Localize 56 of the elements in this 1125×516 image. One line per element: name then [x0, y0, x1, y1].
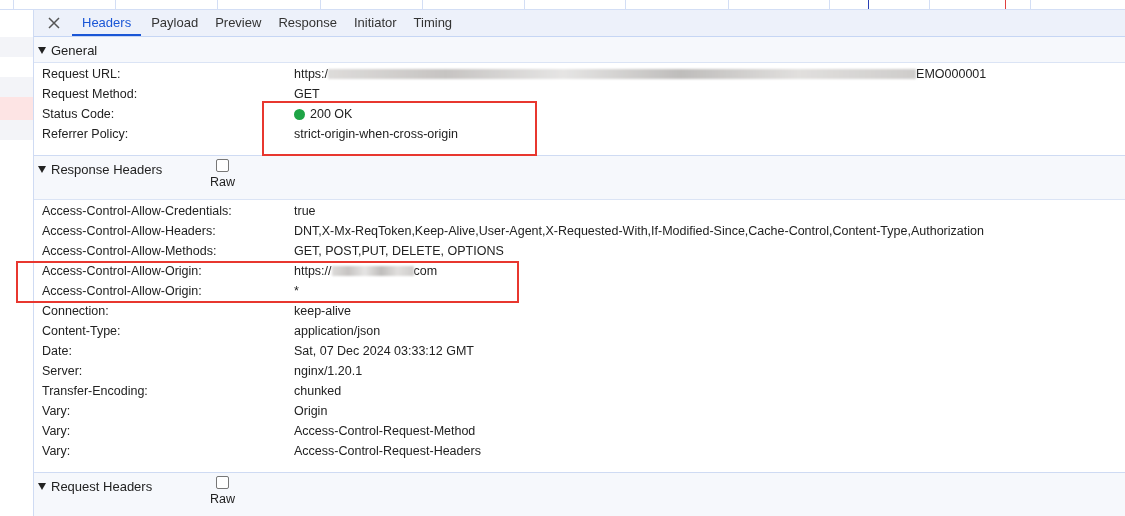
- header-value: Origin: [294, 404, 328, 418]
- tab[interactable]: Response: [271, 10, 344, 36]
- tab[interactable]: Timing: [406, 10, 460, 36]
- header-name: Access-Control-Allow-Methods:: [42, 244, 218, 258]
- header-value: com: [413, 264, 438, 278]
- section-toggle[interactable]: Response Headers: [34, 156, 167, 177]
- header-value: nginx/1.20.1: [294, 364, 363, 378]
- header-name: Access-Control-Allow-Headers:: [42, 224, 217, 238]
- caret-down-icon: [38, 166, 46, 173]
- header-value: EMO000001: [916, 67, 987, 81]
- request-row[interactable]: [0, 97, 33, 120]
- raw-label: Raw: [210, 492, 235, 506]
- header-value: application/json: [294, 324, 381, 338]
- header-value: keep-alive: [294, 304, 351, 318]
- header-value: GET, POST,PUT, DELETE, OPTIONS: [294, 244, 504, 258]
- header-value: Access-Control-Request-Method: [294, 424, 476, 438]
- header-value: chunked: [294, 384, 342, 398]
- tab[interactable]: Payload: [144, 10, 206, 36]
- request-row[interactable]: [0, 120, 33, 140]
- header-name: Access-Control-Allow-Origin:: [42, 284, 203, 298]
- section-toggle[interactable]: General: [34, 37, 102, 58]
- header-value: Sat, 07 Dec 2024 03:33:12 GMT: [294, 344, 474, 358]
- header-value: https://: [294, 264, 332, 278]
- header-name: Vary:: [42, 424, 72, 438]
- header-name: Connection:: [42, 304, 110, 318]
- header-name: Access-Control-Allow-Credentials:: [42, 204, 233, 218]
- section-toggle[interactable]: Request Headers: [34, 473, 157, 494]
- header-name: Request Method:: [42, 87, 139, 101]
- raw-checkbox[interactable]: [216, 476, 229, 489]
- header-value: https:/: [294, 67, 329, 81]
- request-row[interactable]: [0, 37, 33, 57]
- header-name: Access-Control-Allow-Origin:: [42, 264, 203, 278]
- header-name: Request URL:: [42, 67, 122, 81]
- header-name: Status Code:: [42, 107, 116, 121]
- header-value: Access-Control-Request-Headers: [294, 444, 481, 458]
- caret-down-icon: [38, 47, 46, 54]
- raw-label: Raw: [210, 175, 235, 189]
- header-value: true: [294, 204, 316, 218]
- header-name: Transfer-Encoding:: [42, 384, 149, 398]
- header-name: Referrer Policy:: [42, 127, 130, 141]
- status-text: 200 OK: [310, 107, 353, 121]
- tab[interactable]: Preview: [208, 10, 269, 36]
- close-icon[interactable]: [48, 17, 60, 29]
- header-value: strict-origin-when-cross-origin: [294, 127, 458, 141]
- header-value: *: [294, 284, 299, 298]
- header-name: Date:: [42, 344, 73, 358]
- header-value: DNT,X-Mx-ReqToken,Keep-Alive,User-Agent,X-Requested-With,If-Modified-Since,Cache-Control,Content-Type,Authorization: [294, 224, 984, 238]
- header-name: Vary:: [42, 404, 72, 418]
- tab[interactable]: Initiator: [346, 10, 404, 36]
- request-row[interactable]: [0, 77, 33, 97]
- header-name: Server:: [42, 364, 84, 378]
- header-name: Content-Type:: [42, 324, 122, 338]
- header-name: Vary:: [42, 444, 72, 458]
- raw-checkbox[interactable]: [216, 159, 229, 172]
- caret-down-icon: [38, 483, 46, 490]
- header-value: GET: [294, 87, 320, 101]
